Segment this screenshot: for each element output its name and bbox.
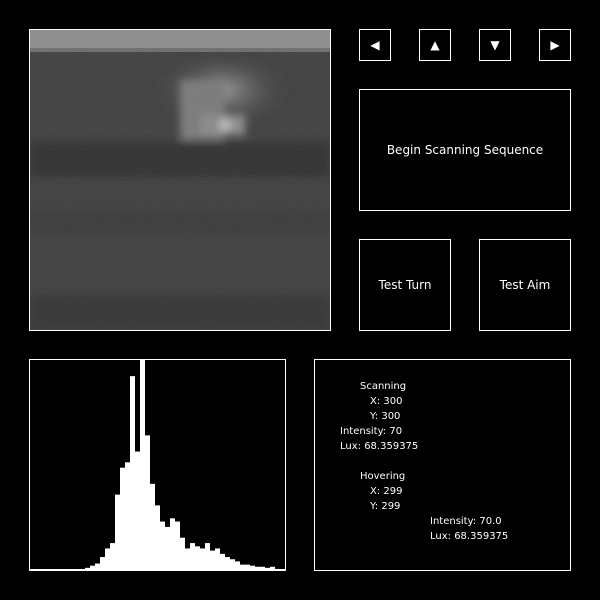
test-turn-label: Test Turn: [378, 278, 432, 292]
histogram-bar: [200, 548, 205, 570]
camera-feed-image: [30, 30, 330, 330]
left-arrow-icon: ◀: [370, 38, 380, 52]
histogram-bar: [150, 483, 155, 570]
histogram-bar: [235, 561, 240, 570]
histogram-bar: [175, 521, 180, 570]
camera-feed[interactable]: [29, 29, 331, 331]
scanning-lux: Lux: 68.359375: [340, 441, 419, 452]
histogram-bar: [190, 543, 195, 570]
histogram-bar: [210, 550, 215, 570]
move-left-button[interactable]: ◀: [359, 29, 391, 61]
histogram-bar: [135, 451, 140, 570]
histogram-bar: [220, 553, 225, 570]
hovering-x: X: 299: [370, 486, 403, 497]
histogram-bar: [140, 360, 145, 570]
test-aim-label: Test Aim: [499, 278, 551, 292]
histogram-bar: [165, 526, 170, 570]
histogram-bar: [105, 548, 110, 570]
histogram-bar: [100, 557, 105, 570]
histogram-bar: [145, 435, 150, 570]
right-arrow-icon: ▶: [550, 38, 560, 52]
up-arrow-icon: ▲: [430, 38, 440, 52]
histogram-plot: [30, 360, 285, 570]
histogram-bar: [130, 376, 135, 570]
scanning-intensity: Intensity: 70: [340, 426, 403, 437]
histogram-bar: [115, 494, 120, 570]
histogram-bar: [230, 559, 235, 570]
scanning-x: X: 300: [370, 396, 403, 407]
histogram-bar: [205, 543, 210, 570]
scanning-title: Scanning: [360, 381, 407, 392]
hovering-y: Y: 299: [370, 501, 401, 512]
histogram-bar: [180, 537, 185, 570]
scanning-y: Y: 300: [370, 411, 401, 422]
histogram-bar: [110, 543, 115, 570]
test-turn-button[interactable]: Test Turn: [359, 239, 451, 331]
down-arrow-icon: ▼: [490, 38, 500, 52]
test-aim-button[interactable]: Test Aim: [479, 239, 571, 331]
histogram-bar: [155, 505, 160, 570]
hovering-title: Hovering: [360, 471, 406, 482]
histogram-bar: [215, 548, 220, 570]
info-panel: Scanning X: 300 Y: 300 Intensity: 70 Lux…: [314, 359, 571, 571]
move-right-button[interactable]: ▶: [539, 29, 571, 61]
histogram-bar: [125, 462, 130, 570]
begin-scanning-button[interactable]: Begin Scanning Sequence: [359, 89, 571, 211]
hovering-intensity: Intensity: 70.0: [430, 516, 502, 527]
move-up-button[interactable]: ▲: [419, 29, 451, 61]
begin-scanning-label: Begin Scanning Sequence: [386, 143, 544, 157]
move-down-button[interactable]: ▼: [479, 29, 511, 61]
intensity-histogram: [29, 359, 286, 571]
histogram-bar: [120, 467, 125, 570]
histogram-bar: [225, 557, 230, 570]
histogram-bar: [170, 518, 175, 570]
histogram-bar: [195, 546, 200, 570]
histogram-bar: [185, 548, 190, 570]
hovering-lux: Lux: 68.359375: [430, 531, 509, 542]
histogram-bar: [160, 521, 165, 570]
